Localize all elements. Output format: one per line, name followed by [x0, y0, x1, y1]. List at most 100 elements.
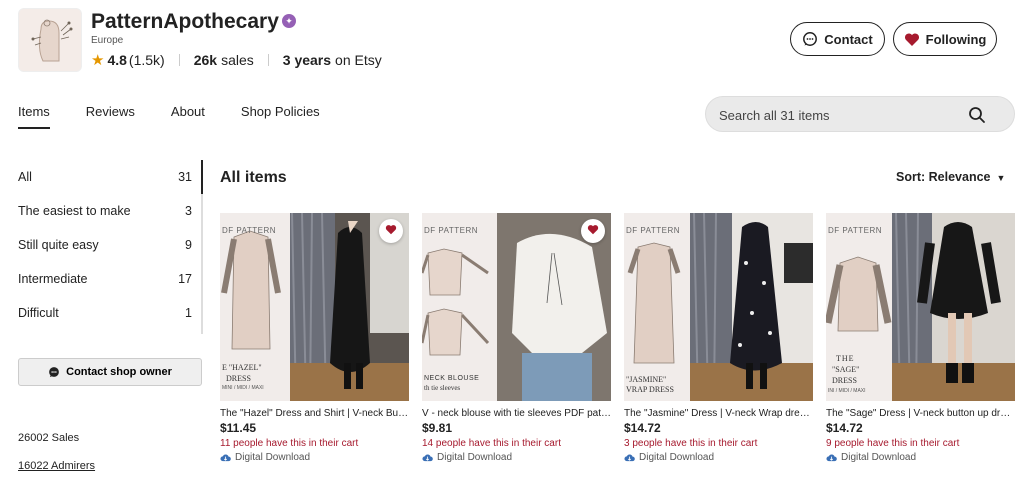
favorite-button[interactable] — [581, 219, 605, 243]
sidebar-item-count: 17 — [178, 272, 192, 286]
pattern-type: VRAP DRESS — [626, 385, 674, 394]
shop-location: Europe — [91, 35, 124, 46]
tab-items[interactable]: Items — [18, 104, 50, 129]
contact-label: Contact — [824, 31, 873, 47]
star-seller-badge-icon[interactable]: ✦ — [282, 14, 296, 28]
shop-header: PatternApothecary ✦ Europe ★ 4.8 (1.5k) … — [0, 0, 1024, 90]
sales-value: 26k — [193, 52, 218, 68]
pattern-label: DF PATTERN — [424, 226, 479, 235]
shop-tabs: Items Reviews About Shop Policies — [18, 104, 356, 129]
contact-button[interactable]: Contact — [790, 22, 885, 56]
sidebar-divider — [201, 160, 203, 334]
product-card[interactable]: DF PATTERN NECK BLOUSE th tie sleeves V … — [422, 213, 611, 463]
product-title[interactable]: The "Sage" Dress | V-neck button up dres… — [826, 408, 1015, 419]
heart-icon — [385, 222, 397, 240]
active-category-indicator — [201, 160, 203, 194]
pattern-label: DF PATTERN — [828, 226, 883, 235]
cart-notice: 14 people have this in their cart — [422, 438, 561, 449]
cloud-download-icon — [624, 453, 635, 462]
heart-icon — [904, 32, 920, 47]
sidebar-item-count: 3 — [185, 204, 192, 218]
digital-download-label: Digital Download — [639, 452, 715, 463]
tab-shop-policies[interactable]: Shop Policies — [241, 104, 320, 129]
product-price: $9.81 — [422, 421, 453, 435]
search-input[interactable]: Search all 31 items — [705, 96, 1015, 132]
admirers-link[interactable]: 16022 Admirers — [18, 460, 95, 472]
digital-download-label: Digital Download — [437, 452, 513, 463]
sidebar-item-label: Difficult — [18, 306, 59, 320]
product-card[interactable]: DF PATTERN "JASMINE" VRAP DRESS The "Jas… — [624, 213, 813, 463]
product-image[interactable]: DF PATTERN NECK BLOUSE th tie sleeves — [422, 213, 611, 401]
category-sidebar: All 31 The easiest to make 3 Still quite… — [18, 160, 202, 330]
product-price: $14.72 — [624, 421, 661, 435]
message-icon — [48, 366, 60, 378]
message-icon — [802, 31, 818, 47]
sidebar-item-count: 31 — [178, 170, 192, 184]
sidebar-item-all[interactable]: All 31 — [18, 160, 202, 194]
divider — [178, 54, 180, 66]
pattern-lengths: MINI / MIDI / MAXI — [222, 385, 264, 391]
contact-shop-owner-button[interactable]: Contact shop owner — [18, 358, 202, 386]
pattern-lengths: INI / MIDI / MAXI — [828, 388, 866, 394]
product-image[interactable]: DF PATTERN E "HAZEL" DRESS MINI / MIDI /… — [220, 213, 409, 401]
digital-download-label: Digital Download — [235, 452, 311, 463]
pattern-name: E "HAZEL" — [222, 363, 262, 372]
pattern-type: DRESS — [832, 376, 857, 385]
pattern-name: NECK BLOUSE — [424, 375, 480, 382]
pattern-name: "SAGE" — [832, 365, 860, 374]
product-card[interactable]: DF PATTERN E "HAZEL" DRESS MINI / MIDI /… — [220, 213, 409, 463]
product-price: $11.45 — [220, 421, 257, 435]
pattern-type: th tie sleeves — [424, 384, 461, 392]
cloud-download-icon — [422, 453, 433, 462]
product-price: $14.72 — [826, 421, 863, 435]
digital-download-badge: Digital Download — [422, 452, 611, 463]
cloud-download-icon — [220, 453, 231, 462]
sidebar-item-label: Still quite easy — [18, 238, 99, 252]
contact-shop-owner-label: Contact shop owner — [66, 366, 172, 378]
cloud-download-icon — [826, 453, 837, 462]
digital-download-badge: Digital Download — [826, 452, 1015, 463]
chevron-down-icon: ▼ — [996, 173, 1006, 183]
shop-rating: 4.8 — [107, 52, 127, 68]
years-value: 3 years — [282, 52, 332, 68]
sidebar-item-label: Intermediate — [18, 272, 88, 286]
digital-download-badge: Digital Download — [220, 452, 409, 463]
shop-name[interactable]: PatternApothecary — [91, 10, 279, 34]
following-label: Following — [925, 31, 987, 47]
favorite-button[interactable] — [379, 219, 403, 243]
sales-label: sales — [221, 52, 254, 68]
product-image[interactable]: DF PATTERN THE "SAGE" DRESS INI / MIDI /… — [826, 213, 1015, 401]
product-title[interactable]: The "Jasmine" Dress | V-neck Wrap dress … — [624, 408, 813, 419]
following-button[interactable]: Following — [893, 22, 997, 56]
shop-stats: ★ 4.8 (1.5k) 26k sales 3 years on Etsy — [91, 50, 382, 70]
heart-icon — [587, 222, 599, 240]
shop-avatar[interactable] — [18, 8, 82, 72]
review-count[interactable]: (1.5k) — [129, 52, 165, 68]
digital-download-badge: Digital Download — [624, 452, 813, 463]
sort-label: Sort: Relevance — [896, 170, 991, 184]
sidebar-item-difficult[interactable]: Difficult 1 — [18, 296, 202, 330]
sidebar-item-count: 9 — [185, 238, 192, 252]
pattern-label: DF PATTERN — [626, 226, 681, 235]
search-icon[interactable] — [968, 106, 986, 129]
product-image[interactable]: DF PATTERN "JASMINE" VRAP DRESS — [624, 213, 813, 401]
star-icon: ★ — [91, 52, 105, 69]
product-title[interactable]: V - neck blouse with tie sleeves PDF pat… — [422, 408, 611, 419]
sort-dropdown[interactable]: Sort: Relevance ▼ — [896, 170, 1005, 184]
pattern-label: DF PATTERN — [222, 226, 277, 235]
tab-about[interactable]: About — [171, 104, 205, 129]
cart-notice: 9 people have this in their cart — [826, 438, 960, 449]
years-label: on Etsy — [335, 52, 382, 68]
tab-reviews[interactable]: Reviews — [86, 104, 135, 129]
digital-download-label: Digital Download — [841, 452, 917, 463]
sidebar-item-still-easy[interactable]: Still quite easy 9 — [18, 228, 202, 262]
pattern-type: DRESS — [226, 374, 251, 383]
product-card[interactable]: DF PATTERN THE "SAGE" DRESS INI / MIDI /… — [826, 213, 1015, 463]
sidebar-item-label: All — [18, 170, 32, 184]
product-title[interactable]: The "Hazel" Dress and Shirt | V-neck But… — [220, 408, 409, 419]
pattern-name: "JASMINE" — [626, 375, 667, 384]
section-title: All items — [220, 169, 287, 186]
sidebar-item-easiest[interactable]: The easiest to make 3 — [18, 194, 202, 228]
sidebar-item-intermediate[interactable]: Intermediate 17 — [18, 262, 202, 296]
pattern-prefix: THE — [836, 354, 855, 363]
